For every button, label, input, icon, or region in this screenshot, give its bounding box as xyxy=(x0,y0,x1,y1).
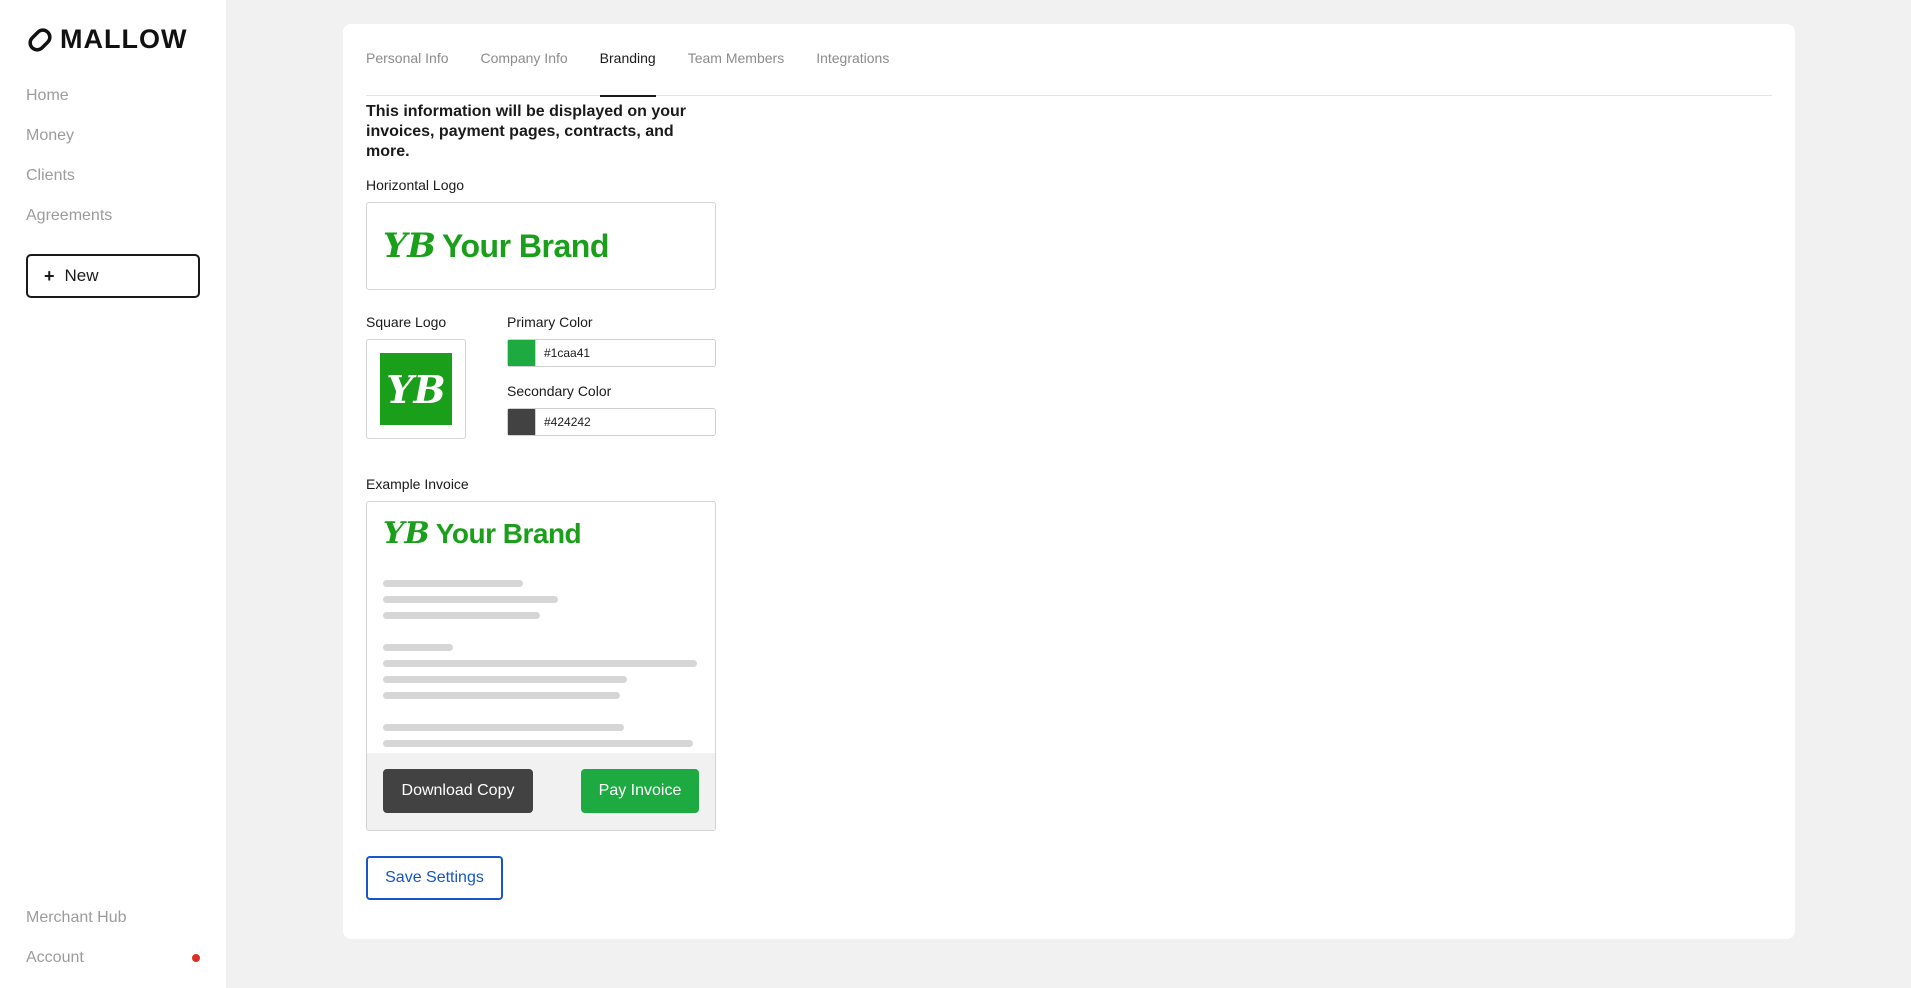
primary-color-input[interactable] xyxy=(536,346,706,360)
primary-color-field xyxy=(507,339,716,367)
tab-company-info[interactable]: Company Info xyxy=(481,48,568,96)
sidebar-item-label: Account xyxy=(26,949,84,966)
square-logo-label: Square Logo xyxy=(366,314,447,330)
secondary-color-label: Secondary Color xyxy=(507,383,612,399)
skeleton-line xyxy=(383,580,523,587)
brand-name: Your Brand xyxy=(442,227,609,264)
skeleton-line xyxy=(383,676,627,683)
skeleton-line xyxy=(383,612,540,619)
tab-integrations[interactable]: Integrations xyxy=(816,48,889,96)
skeleton-line xyxy=(383,644,453,651)
skeleton-line xyxy=(383,724,624,731)
invoice-footer: Download Copy Pay Invoice xyxy=(367,753,715,830)
settings-tabs: Personal Info Company Info Branding Team… xyxy=(366,48,1772,97)
new-button[interactable]: + New xyxy=(26,254,200,298)
notification-dot xyxy=(192,954,200,962)
secondary-color-field xyxy=(507,408,716,436)
skeleton-line xyxy=(383,692,620,699)
horizontal-logo-preview: YB Your Brand xyxy=(383,226,609,266)
sidebar: MALLOW Home Money Clients Agreements + N… xyxy=(0,0,226,988)
branding-intro: This information will be displayed on yo… xyxy=(366,103,687,160)
skeleton-line xyxy=(383,740,693,747)
square-logo-preview: YB xyxy=(380,353,452,425)
settings-card: Personal Info Company Info Branding Team… xyxy=(343,24,1795,939)
brand-mark: YB xyxy=(383,226,437,266)
plus-icon: + xyxy=(44,265,55,286)
sidebar-nav: Home Money Clients Agreements xyxy=(26,82,112,242)
pay-invoice-button[interactable]: Pay Invoice xyxy=(581,769,699,813)
secondary-color-swatch[interactable] xyxy=(508,409,536,435)
mallow-logo-icon xyxy=(28,27,52,52)
skeleton-line xyxy=(383,660,697,667)
sidebar-item-home[interactable]: Home xyxy=(26,82,112,122)
primary-color-label: Primary Color xyxy=(507,314,593,330)
tab-team-members[interactable]: Team Members xyxy=(688,48,784,96)
new-button-label: New xyxy=(64,266,99,285)
invoice-brand-logo: YB Your Brand xyxy=(383,516,582,551)
sidebar-item-merchant-hub[interactable]: Merchant Hub xyxy=(26,898,200,938)
secondary-color-input[interactable] xyxy=(536,415,706,429)
app-logo[interactable]: MALLOW xyxy=(26,24,187,55)
brand-mark: YB xyxy=(383,516,430,551)
sidebar-item-account[interactable]: Account xyxy=(26,938,200,978)
sidebar-item-money[interactable]: Money xyxy=(26,122,112,162)
app-name: MALLOW xyxy=(60,24,188,54)
horizontal-logo-upload[interactable]: YB Your Brand xyxy=(366,202,716,290)
sidebar-item-agreements[interactable]: Agreements xyxy=(26,202,112,242)
save-settings-button[interactable]: Save Settings xyxy=(366,856,503,900)
example-invoice-preview: YB Your Brand Download Copy Pay Invoice xyxy=(366,501,716,831)
primary-color-swatch[interactable] xyxy=(508,340,536,366)
brand-name: Your Brand xyxy=(435,517,582,549)
horizontal-logo-label: Horizontal Logo xyxy=(366,177,465,193)
sidebar-item-clients[interactable]: Clients xyxy=(26,162,112,202)
tab-branding[interactable]: Branding xyxy=(599,48,656,97)
sidebar-bottom-nav: Merchant Hub Account xyxy=(26,898,200,978)
sidebar-item-label: Merchant Hub xyxy=(26,909,127,926)
example-invoice-label: Example Invoice xyxy=(366,476,469,492)
square-logo-upload[interactable]: YB xyxy=(366,339,466,439)
download-copy-button[interactable]: Download Copy xyxy=(383,769,533,813)
tab-personal-info[interactable]: Personal Info xyxy=(366,48,449,96)
skeleton-line xyxy=(383,596,558,603)
